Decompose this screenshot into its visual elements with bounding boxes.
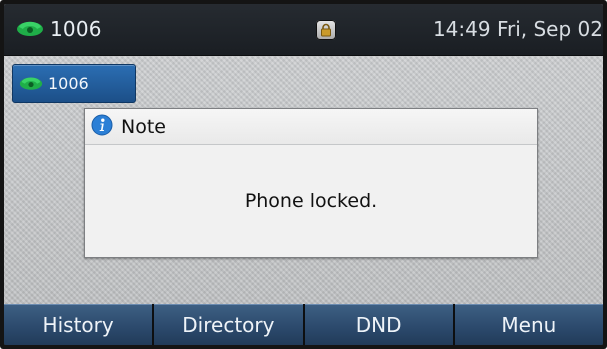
phone-screen: 1006 14:49 Fri, Sep 02 1006 Note Phone l… (0, 0, 607, 349)
status-bar: 1006 14:49 Fri, Sep 02 (4, 4, 603, 56)
phone-display: 1006 14:49 Fri, Sep 02 1006 Note Phone l… (4, 4, 603, 345)
info-icon (91, 114, 113, 140)
line-key-label: 1006 (48, 74, 89, 93)
status-account-label: 1006 (50, 17, 102, 41)
dialog-message: Phone locked. (244, 190, 378, 212)
line-key-1006[interactable]: 1006 (12, 64, 136, 103)
softkey-dnd[interactable]: DND (304, 304, 453, 345)
softkey-menu[interactable]: Menu (454, 304, 603, 345)
note-dialog: Note Phone locked. (84, 108, 538, 258)
status-account: 1006 (16, 14, 102, 44)
phone-handset-icon (16, 17, 44, 41)
dialog-title: Note (121, 115, 166, 138)
status-datetime: 14:49 Fri, Sep 02 (432, 17, 603, 41)
softkey-history[interactable]: History (4, 304, 153, 345)
softkey-directory[interactable]: Directory (154, 304, 303, 345)
softkey-bar: History Directory DND Menu (4, 304, 603, 345)
dialog-header: Note (85, 109, 537, 145)
padlock-icon (316, 20, 336, 40)
dialog-body: Phone locked. (85, 145, 537, 257)
phone-handset-icon (19, 73, 43, 95)
